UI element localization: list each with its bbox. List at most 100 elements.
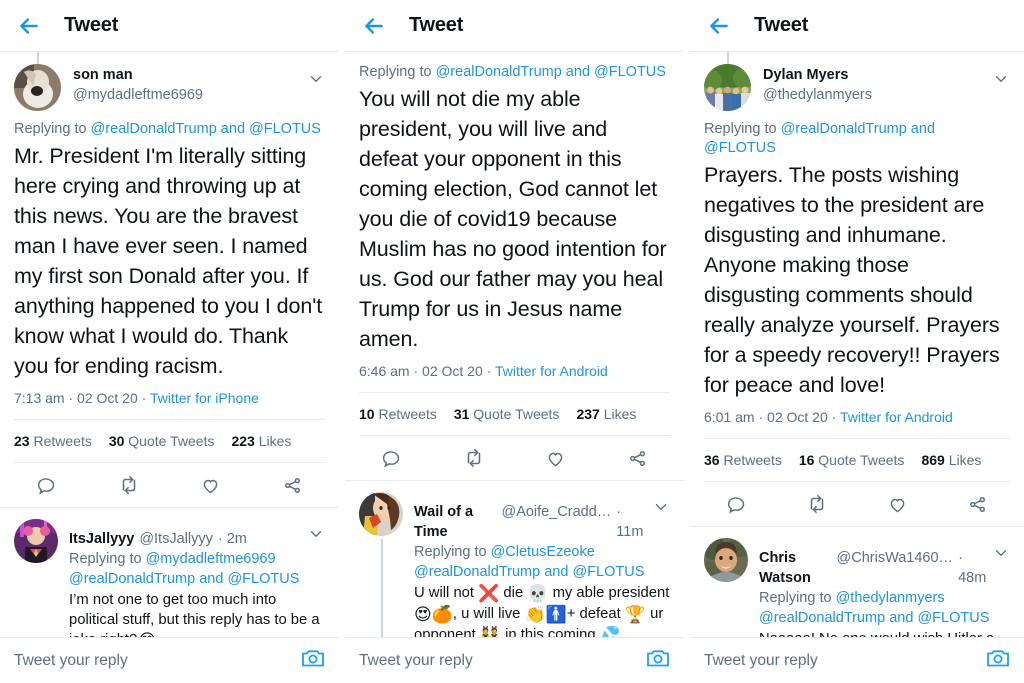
- timestamp: · 11m: [616, 504, 644, 540]
- share-icon[interactable]: [282, 475, 303, 496]
- tweet-source[interactable]: Twitter for Android: [840, 409, 953, 425]
- reply-composer-2[interactable]: Tweet your reply: [345, 637, 684, 683]
- chevron-down-icon[interactable]: [307, 64, 325, 93]
- reply-replying-to: Replying to @thedylanmyers: [759, 588, 1010, 608]
- back-arrow-icon[interactable]: [361, 13, 387, 39]
- stat-likes[interactable]: 237 Likes: [576, 405, 636, 423]
- stat-likes[interactable]: 223 Likes: [231, 432, 291, 450]
- tweet-time: 6:46 am: [359, 363, 410, 379]
- replying-mentions[interactable]: @realDonaldTrump and @FLOTUS: [91, 121, 321, 137]
- author-names: son man @mydadleftme6969: [73, 64, 307, 105]
- panel-2-body[interactable]: Replying to @realDonaldTrump and @FLOTUS…: [345, 52, 684, 637]
- compose-placeholder[interactable]: Tweet your reply: [704, 652, 818, 670]
- retweet-icon[interactable]: [463, 447, 485, 469]
- main-tweet-actions-2: [345, 436, 684, 480]
- back-arrow-icon[interactable]: [706, 13, 732, 39]
- tweet-stats: 10 Retweets 31 Quote Tweets 237 Likes: [359, 393, 670, 435]
- replying-mention[interactable]: @realDonaldTrump and @FLOTUS: [759, 610, 989, 626]
- like-icon[interactable]: [887, 494, 908, 515]
- camera-icon[interactable]: [986, 647, 1010, 674]
- author-names: Dylan Myers @thedylanmyers: [763, 64, 992, 105]
- thread-line: [381, 539, 383, 637]
- camera-icon[interactable]: [301, 647, 325, 674]
- stat-count: 10: [359, 406, 375, 422]
- panel-1-header: Tweet: [0, 0, 339, 52]
- tweet-date: 02 Oct 20: [767, 409, 828, 425]
- user-handle: @ItsJallyyy: [139, 531, 213, 547]
- stat-retweets[interactable]: 10 Retweets: [359, 405, 437, 423]
- reply-replying-to: Replying to @CletusEzeoke: [414, 542, 670, 562]
- reply-body: ItsJallyyy @ItsJallyyy · 2m Replying to …: [69, 519, 325, 637]
- user-handle: @thedylanmyers: [763, 87, 873, 103]
- stat-count: 36: [704, 452, 720, 468]
- reply-replying-to-2: @realDonaldTrump and @FLOTUS: [414, 562, 670, 582]
- stat-quote-tweets[interactable]: 31 Quote Tweets: [454, 405, 560, 423]
- avatar[interactable]: [359, 492, 403, 536]
- page-title: Tweet: [64, 14, 119, 36]
- retweet-icon[interactable]: [118, 474, 140, 496]
- stat-quote-tweets[interactable]: 30 Quote Tweets: [109, 432, 215, 450]
- replying-mention[interactable]: @mydadleftme6969: [146, 551, 276, 567]
- avatar[interactable]: [14, 64, 61, 111]
- replying-mention[interactable]: @realDonaldTrump and @FLOTUS: [414, 564, 644, 580]
- reply-composer-3[interactable]: Tweet your reply: [690, 637, 1024, 683]
- reply-item[interactable]: ItsJallyyy @ItsJallyyy · 2m Replying to …: [0, 508, 339, 637]
- tweet-source[interactable]: Twitter for iPhone: [150, 390, 259, 406]
- timestamp: · 48m: [958, 550, 987, 586]
- panel-3-header: Tweet: [690, 0, 1024, 52]
- inline-emoji: 💦: [599, 626, 621, 637]
- stat-count: 31: [453, 406, 470, 422]
- replying-mention[interactable]: @thedylanmyers: [836, 590, 945, 606]
- reply-composer-1[interactable]: Tweet your reply: [0, 637, 339, 683]
- share-icon[interactable]: [967, 494, 988, 515]
- camera-icon[interactable]: [646, 647, 670, 674]
- compose-placeholder[interactable]: Tweet your reply: [14, 652, 128, 670]
- reply-icon[interactable]: [726, 494, 747, 515]
- reply-icon[interactable]: [381, 448, 402, 469]
- thread-line-stub: [37, 52, 39, 64]
- panel-2-header: Tweet: [345, 0, 684, 52]
- replying-mention[interactable]: @realDonaldTrump and @FLOTUS: [69, 571, 299, 587]
- panel-1-body[interactable]: son man @mydadleftme6969 Replying to @re…: [0, 52, 339, 637]
- tweet-author-row: Dylan Myers @thedylanmyers: [704, 52, 1010, 111]
- reply-item[interactable]: Wail of a Time @Aoife_Cradd… · 11m Reply…: [345, 481, 684, 637]
- tweet-stats: 23 Retweets 30 Quote Tweets 223 Likes: [14, 420, 325, 462]
- divider: [359, 435, 670, 436]
- share-icon[interactable]: [627, 448, 648, 469]
- replying-mention[interactable]: @CletusEzeoke: [491, 544, 595, 560]
- replying-prefix: Replying to: [759, 590, 836, 606]
- avatar[interactable]: [704, 538, 748, 582]
- chevron-down-icon[interactable]: [652, 492, 670, 522]
- chevron-down-icon[interactable]: [992, 538, 1010, 568]
- tweet-source[interactable]: Twitter for Android: [495, 363, 608, 379]
- like-icon[interactable]: [200, 475, 221, 496]
- chevron-down-icon[interactable]: [307, 519, 325, 549]
- reply-author-row: Wail of a Time @Aoife_Cradd… · 11m: [414, 492, 670, 542]
- stat-quote-tweets[interactable]: 16 Quote Tweets: [799, 451, 905, 469]
- replying-prefix: Replying to: [414, 544, 491, 560]
- avatar[interactable]: [14, 519, 58, 563]
- back-arrow-icon[interactable]: [16, 13, 42, 39]
- chevron-down-icon[interactable]: [992, 64, 1010, 93]
- replying-mentions[interactable]: @realDonaldTrump and @FLOTUS: [436, 64, 666, 80]
- reply-author-row: ItsJallyyy @ItsJallyyy · 2m: [69, 519, 325, 549]
- reply-author-row: Chris Watson @ChrisWa1460… · 48m: [759, 538, 1010, 588]
- stat-retweets[interactable]: 36 Retweets: [704, 451, 782, 469]
- avatar[interactable]: [704, 64, 751, 111]
- reply-replying-to: Replying to @mydadleftme6969: [69, 549, 325, 569]
- reply-item[interactable]: Chris Watson @ChrisWa1460… · 48m Replyin…: [690, 527, 1024, 637]
- like-icon[interactable]: [545, 448, 566, 469]
- compose-placeholder[interactable]: Tweet your reply: [359, 652, 473, 670]
- reply-icon[interactable]: [36, 475, 57, 496]
- retweet-icon[interactable]: [806, 493, 828, 515]
- stat-retweets[interactable]: 23 Retweets: [14, 432, 92, 450]
- stat-label: Quote Tweets: [818, 452, 905, 468]
- stat-likes[interactable]: 869 Likes: [921, 451, 981, 469]
- replying-to-line: Replying to @realDonaldTrump and @FLOTUS: [359, 63, 670, 82]
- user-handle: @Aoife_Cradd…: [501, 504, 612, 520]
- tweet-panel-2: Tweet Replying to @realDonaldTrump and @…: [345, 0, 684, 683]
- display-name: Chris Watson: [759, 550, 811, 586]
- display-name: Wail of a Time: [414, 504, 474, 540]
- panel-3-body[interactable]: Dylan Myers @thedylanmyers Replying to @…: [690, 52, 1024, 637]
- tweet-panel-3: Tweet Dylan Myers @thedylanmyers Replyin…: [690, 0, 1024, 683]
